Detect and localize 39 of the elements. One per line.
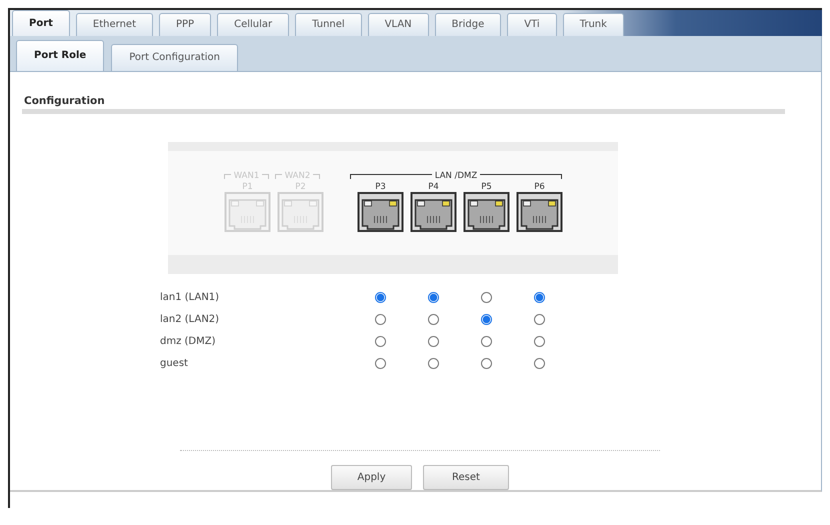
action-button[interactable]: Reset (423, 465, 509, 490)
radio-button[interactable] (534, 358, 545, 368)
tab[interactable]: Port (12, 10, 70, 36)
role-label: lan2 (LAN2) (160, 314, 220, 324)
section-title: Configuration (24, 95, 106, 107)
radio-button[interactable] (428, 292, 439, 302)
radio-button[interactable] (534, 336, 545, 346)
tab[interactable]: Trunk (562, 13, 624, 36)
radio-button[interactable] (428, 358, 439, 368)
radio-button[interactable] (534, 292, 545, 302)
role-label: lan1 (LAN1) (160, 292, 220, 302)
radio-button[interactable] (481, 358, 492, 368)
tab[interactable]: Bridge (434, 13, 502, 36)
tab[interactable]: Tunnel (295, 13, 362, 36)
radio-button[interactable] (481, 292, 492, 302)
radio-button[interactable] (534, 314, 545, 324)
role-label: guest (160, 358, 189, 368)
radio-button[interactable] (428, 336, 439, 346)
port-label: P5 (481, 182, 492, 192)
radio-button[interactable] (481, 336, 492, 346)
port-label: P4 (428, 182, 439, 192)
radio-button[interactable] (375, 292, 386, 302)
action-button[interactable]: Apply (331, 465, 412, 490)
port-group-label: LAN /DMZ (350, 171, 562, 181)
role-label: dmz (DMZ) (160, 336, 216, 346)
radio-button[interactable] (481, 314, 492, 324)
tab[interactable]: VLAN (368, 13, 429, 36)
radio-button[interactable] (375, 358, 386, 368)
port-label: P3 (375, 182, 386, 192)
tab[interactable]: Cellular (217, 13, 290, 36)
tab[interactable]: PPP (159, 13, 212, 36)
tab[interactable]: Ethernet (76, 13, 153, 36)
tab[interactable]: VTi (507, 13, 557, 36)
subtab[interactable]: Port Configuration (111, 44, 238, 71)
radio-button[interactable] (428, 314, 439, 324)
radio-button[interactable] (375, 314, 386, 324)
subtab[interactable]: Port Role (16, 40, 104, 71)
radio-button[interactable] (375, 336, 386, 346)
port-label: P6 (534, 182, 545, 192)
